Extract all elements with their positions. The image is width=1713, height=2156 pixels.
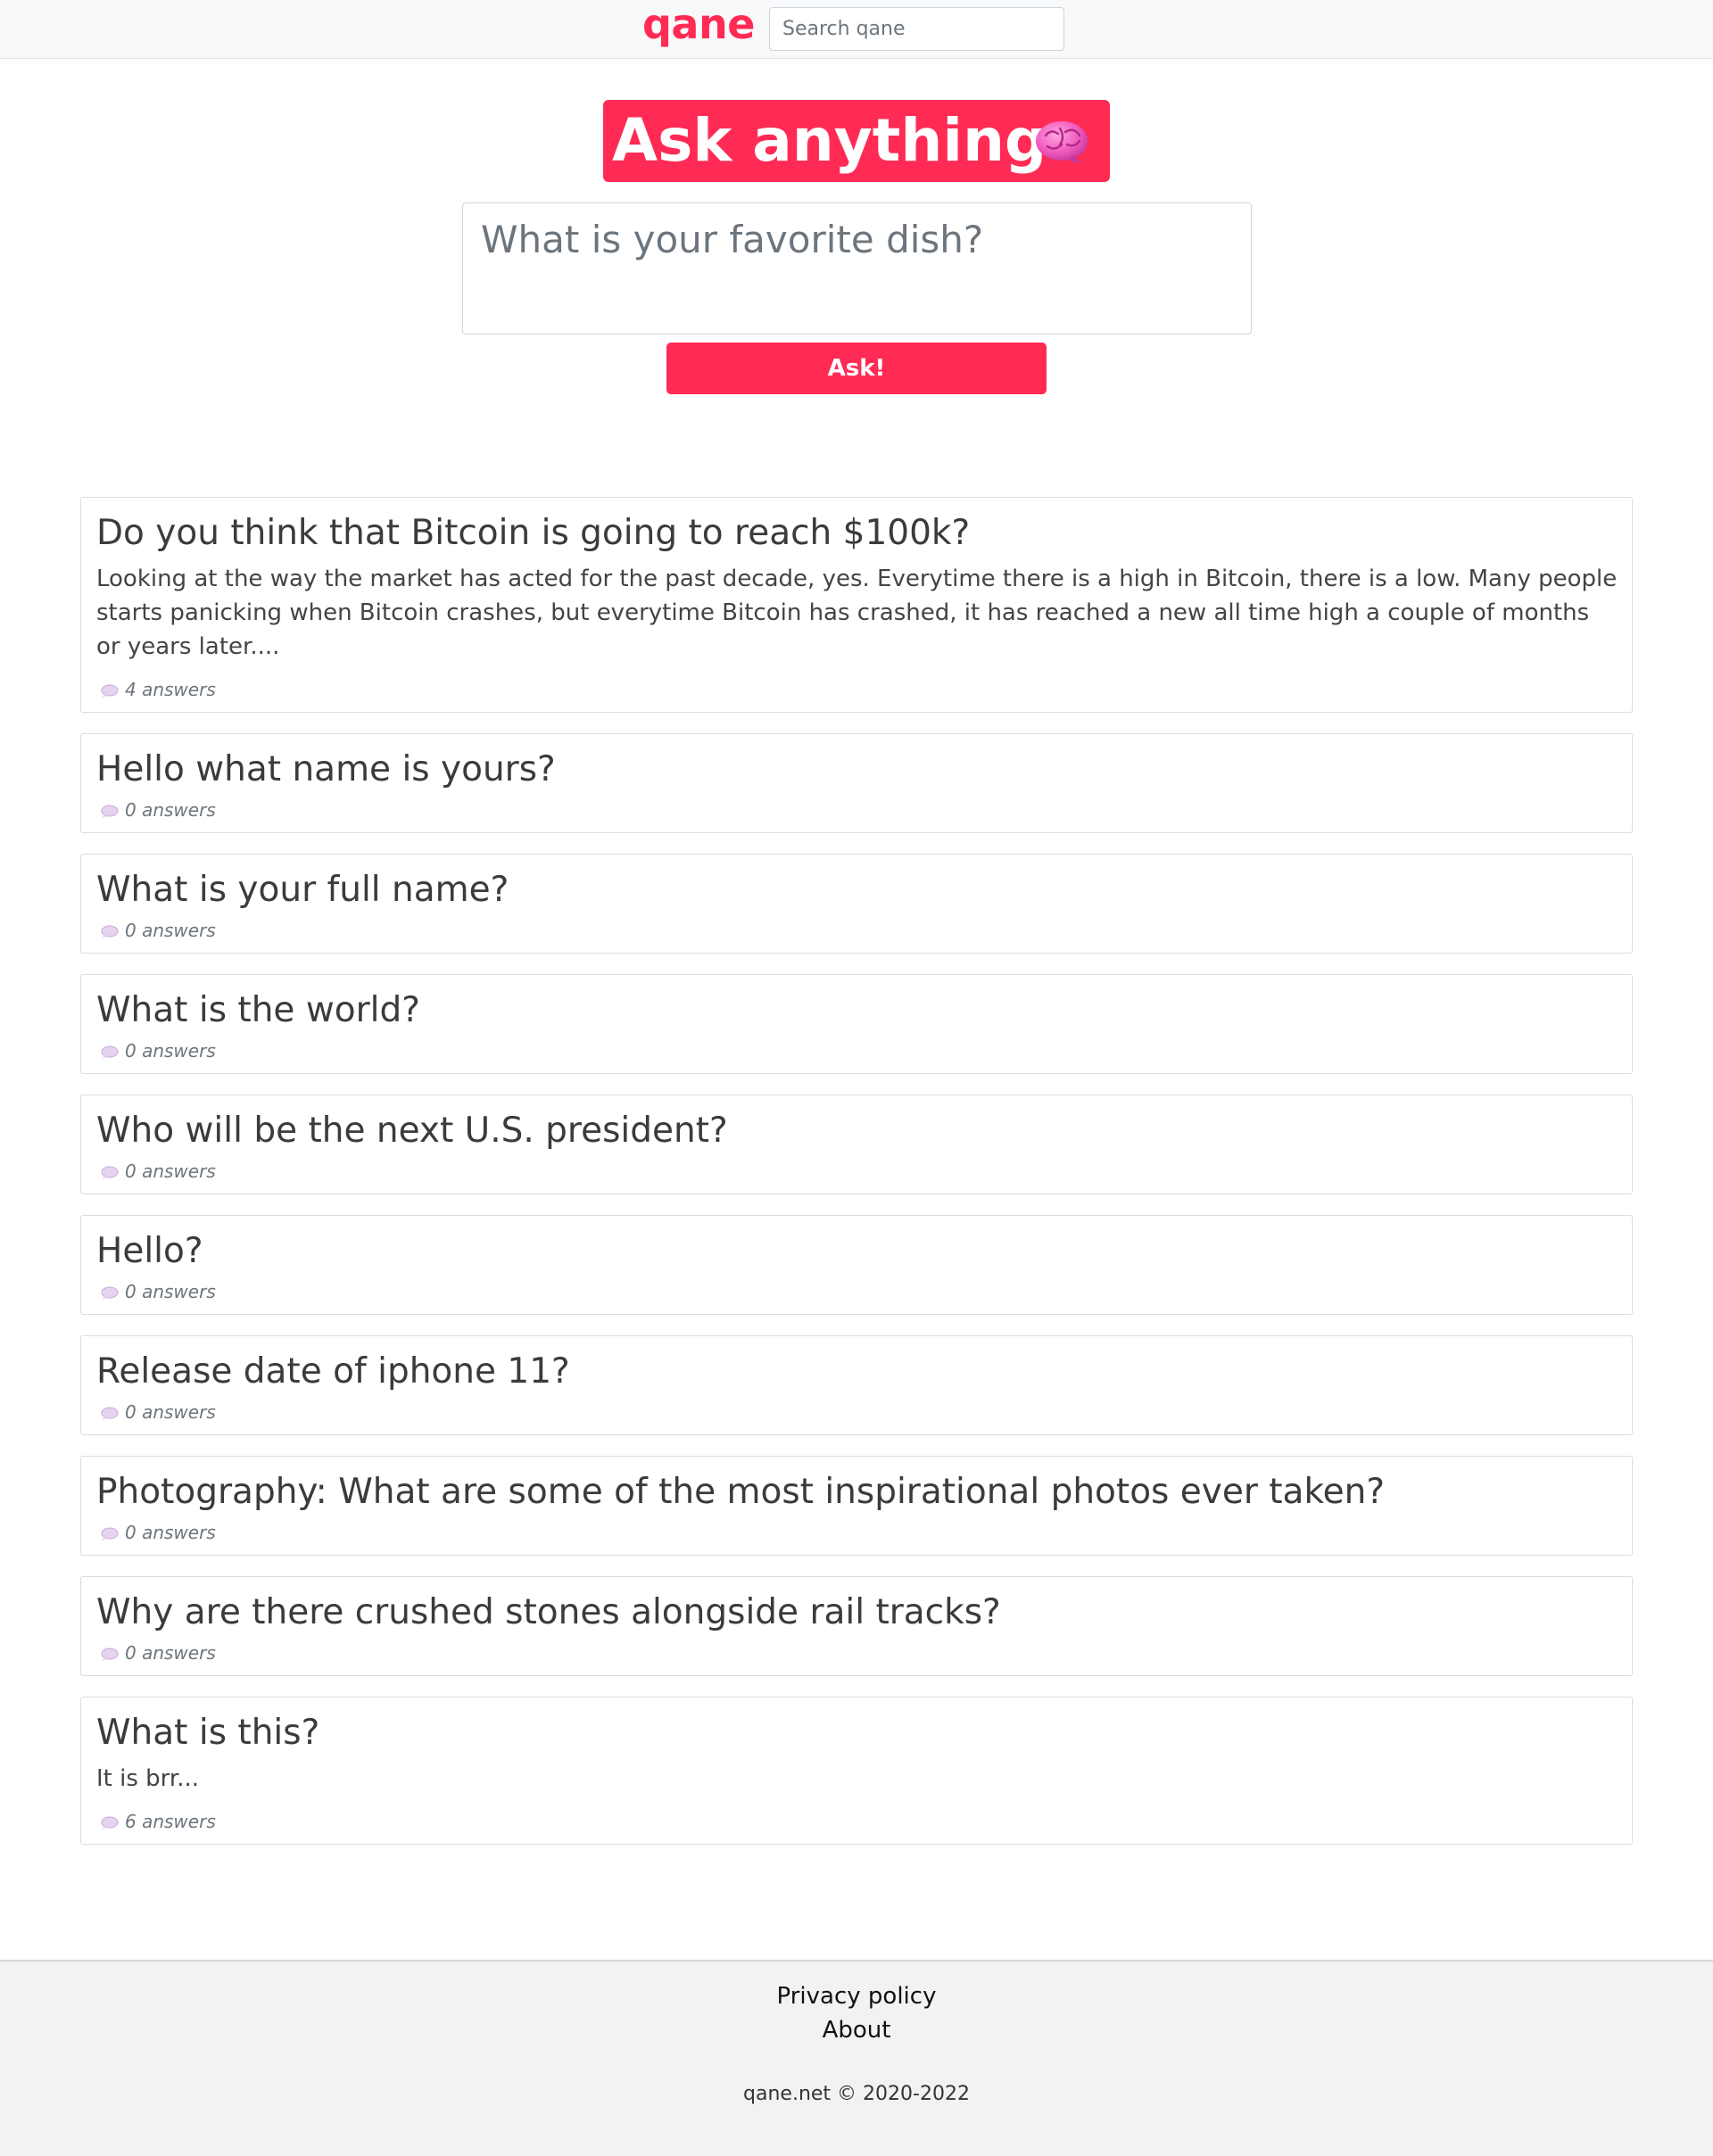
speech-bubble-icon bbox=[101, 1816, 119, 1830]
answer-count: 4 answers bbox=[96, 676, 1618, 703]
speech-bubble-icon bbox=[101, 1286, 119, 1300]
answer-count-label: 0 answers bbox=[125, 1642, 216, 1664]
question-excerpt: It is brr... bbox=[96, 1765, 199, 1792]
question-title[interactable]: What is your full name? bbox=[96, 867, 1618, 913]
question-card[interactable]: Do you think that Bitcoin is going to re… bbox=[80, 497, 1633, 713]
speech-bubble-icon bbox=[101, 925, 119, 938]
question-card[interactable]: What is this? It is brr... 6 answers bbox=[80, 1697, 1633, 1845]
question-title[interactable]: Hello? bbox=[96, 1228, 1618, 1275]
answer-count-label: 0 answers bbox=[125, 1161, 216, 1182]
question-title[interactable]: Who will be the next U.S. president? bbox=[96, 1108, 1618, 1154]
search-input[interactable] bbox=[769, 7, 1064, 51]
answer-count-label: 0 answers bbox=[125, 1040, 216, 1061]
answer-count: 0 answers bbox=[96, 1640, 1618, 1666]
question-title[interactable]: Photography: What are some of the most i… bbox=[96, 1469, 1618, 1516]
question-title[interactable]: Do you think that Bitcoin is going to re… bbox=[96, 510, 1618, 557]
page-footer: Privacy policy About qane.net © 2020-202… bbox=[0, 1960, 1713, 2156]
speech-bubble-icon bbox=[101, 1166, 119, 1179]
answer-count: 0 answers bbox=[96, 1519, 1618, 1546]
speech-bubble-icon bbox=[101, 1407, 119, 1420]
question-list: Do you think that Bitcoin is going to re… bbox=[80, 497, 1633, 1865]
question-input[interactable] bbox=[462, 202, 1252, 335]
question-excerpt: Looking at the way the market has acted … bbox=[96, 566, 1618, 660]
privacy-policy-link[interactable]: Privacy policy bbox=[0, 1979, 1713, 2013]
question-card[interactable]: Hello? 0 answers bbox=[80, 1215, 1633, 1315]
question-card[interactable]: Why are there crushed stones alongside r… bbox=[80, 1576, 1633, 1676]
brain-icon bbox=[1036, 121, 1088, 164]
answer-count: 0 answers bbox=[96, 917, 1618, 944]
question-card[interactable]: Who will be the next U.S. president? 0 a… bbox=[80, 1095, 1633, 1194]
question-title[interactable]: Release date of iphone 11? bbox=[96, 1349, 1618, 1395]
answer-count-label: 0 answers bbox=[125, 920, 216, 941]
top-navbar: qane bbox=[0, 0, 1713, 59]
footer-links: Privacy policy About bbox=[0, 1962, 1713, 2047]
speech-bubble-icon bbox=[101, 684, 119, 698]
speech-bubble-icon bbox=[101, 805, 119, 818]
question-title[interactable]: Hello what name is yours? bbox=[96, 747, 1618, 793]
answer-count-label: 0 answers bbox=[125, 1281, 216, 1302]
question-card[interactable]: Photography: What are some of the most i… bbox=[80, 1456, 1633, 1556]
hero-title: Ask anything bbox=[612, 106, 1047, 175]
question-card[interactable]: What is your full name? 0 answers bbox=[80, 854, 1633, 954]
answer-count: 6 answers bbox=[96, 1808, 1618, 1835]
brand-logo[interactable]: qane bbox=[642, 0, 755, 48]
answer-count-label: 0 answers bbox=[125, 799, 216, 821]
speech-bubble-icon bbox=[101, 1648, 119, 1661]
about-link[interactable]: About bbox=[0, 2013, 1713, 2047]
question-title[interactable]: What is this? bbox=[96, 1710, 1618, 1756]
answer-count-label: 6 answers bbox=[125, 1811, 216, 1832]
question-card[interactable]: Hello what name is yours? 0 answers bbox=[80, 733, 1633, 833]
answer-count: 0 answers bbox=[96, 797, 1618, 823]
answer-count: 0 answers bbox=[96, 1399, 1618, 1425]
answer-count: 0 answers bbox=[96, 1158, 1618, 1185]
copyright-text: qane.net © 2020-2022 bbox=[743, 2083, 970, 2105]
speech-bubble-icon bbox=[101, 1527, 119, 1541]
answer-count: 0 answers bbox=[96, 1278, 1618, 1305]
question-card[interactable]: Release date of iphone 11? 0 answers bbox=[80, 1335, 1633, 1435]
answer-count-label: 0 answers bbox=[125, 1401, 216, 1423]
answer-count-label: 4 answers bbox=[125, 679, 216, 700]
speech-bubble-icon bbox=[101, 1045, 119, 1059]
question-title[interactable]: What is the world? bbox=[96, 987, 1618, 1034]
answer-count-label: 0 answers bbox=[125, 1522, 216, 1543]
ask-button[interactable]: Ask! bbox=[666, 343, 1047, 394]
answer-count: 0 answers bbox=[96, 1037, 1618, 1064]
hero-title-banner: Ask anything bbox=[603, 100, 1110, 182]
question-title[interactable]: Why are there crushed stones alongside r… bbox=[96, 1590, 1618, 1636]
question-card[interactable]: What is the world? 0 answers bbox=[80, 974, 1633, 1074]
